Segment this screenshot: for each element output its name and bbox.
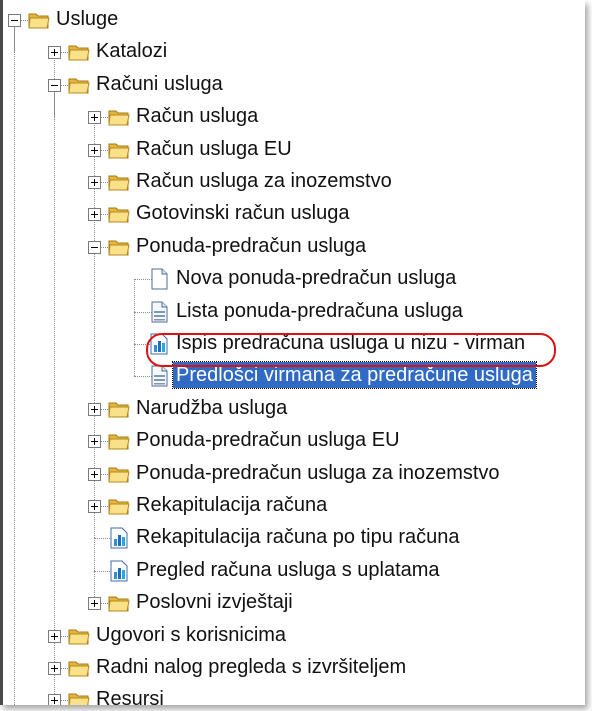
tree-node-label[interactable]: Ponuda-predračun usluga za inozemstvo: [133, 460, 503, 486]
expand-icon[interactable]: [88, 176, 101, 189]
tree-node[interactable]: Radni nalog pregleda s izvršiteljem: [0, 651, 585, 685]
expand-icon[interactable]: [88, 143, 101, 157]
collapse-icon[interactable]: [8, 14, 21, 27]
expand-icon[interactable]: [88, 597, 101, 611]
tree-node-label[interactable]: Pregled računa usluga s uplatama: [133, 557, 443, 583]
tree-node[interactable]: Ponuda-predračun usluga: [0, 230, 585, 264]
navigation-tree: Usluge Katalozi Računi usluga Račun uslu…: [0, 0, 585, 705]
tree-node-label[interactable]: Rekapitulacija računa: [133, 492, 330, 518]
tree-node[interactable]: Ispis predračuna usluga u nizu - virman: [0, 327, 585, 361]
tree-node-label[interactable]: Rekapitulacija računa po tipu računa: [133, 524, 463, 550]
list-document-icon: [148, 301, 170, 323]
tree-node[interactable]: Narudžba usluga: [0, 392, 585, 426]
tree-node[interactable]: Račun usluga za inozemstvo: [0, 165, 585, 199]
tree-node[interactable]: Ponuda-predračun usluga EU: [0, 424, 585, 458]
folder-icon: [108, 463, 130, 485]
tree-node[interactable]: Ugovori s korisnicima: [0, 619, 585, 653]
tree-node-label[interactable]: Poslovni izvještaji: [133, 589, 296, 615]
folder-icon: [108, 171, 130, 193]
tree-node[interactable]: Rekapitulacija računa: [0, 489, 585, 523]
tree-node-label[interactable]: Radni nalog pregleda s izvršiteljem: [93, 654, 409, 680]
tree-node[interactable]: Ponuda-predračun usluga za inozemstvo: [0, 457, 585, 491]
tree-node-label[interactable]: Ponuda-predračun usluga: [133, 233, 369, 259]
folder-icon: [108, 106, 130, 128]
tree-node-label[interactable]: Gotovinski račun usluga: [133, 200, 352, 226]
folder-icon: [108, 203, 130, 225]
new-document-icon: [148, 268, 170, 290]
tree-node[interactable]: Račun usluga: [0, 100, 585, 134]
tree-node-label[interactable]: Račun usluga za inozemstvo: [133, 168, 395, 194]
report-chart-icon: [108, 527, 130, 549]
folder-icon: [108, 139, 130, 161]
report-chart-icon: [148, 333, 170, 355]
tree-panel: Usluge Katalozi Računi usluga Račun uslu…: [0, 0, 585, 705]
tree-node[interactable]: Nova ponuda-predračun usluga: [0, 262, 585, 296]
tree-node[interactable]: Poslovni izvještaji: [0, 586, 585, 620]
tree-node[interactable]: Pregled računa usluga s uplatama: [0, 554, 585, 588]
tree-node-label[interactable]: Računi usluga: [93, 71, 226, 97]
folder-icon: [68, 74, 90, 96]
tree-node-label[interactable]: Ponuda-predračun usluga EU: [133, 427, 403, 453]
tree-node-label[interactable]: Račun usluga EU: [133, 136, 295, 162]
folder-icon: [108, 398, 130, 420]
folder-icon: [68, 657, 90, 679]
folder-icon: [108, 430, 130, 452]
expand-icon[interactable]: [88, 111, 101, 125]
tree-node[interactable]: Rekapitulacija računa po tipu računa: [0, 521, 585, 555]
tree-node[interactable]: Račun usluga EU: [0, 133, 585, 167]
tree-node-label[interactable]: Ispis predračuna usluga u nizu - virman: [173, 330, 528, 356]
folder-icon: [28, 9, 50, 31]
expand-icon[interactable]: [88, 208, 101, 222]
expand-icon[interactable]: [48, 46, 61, 60]
tree-node-label[interactable]: Ugovori s korisnicima: [93, 622, 289, 648]
list-document-icon: [148, 365, 170, 387]
collapse-icon[interactable]: [88, 240, 101, 254]
tree-node-label[interactable]: Nova ponuda-predračun usluga: [173, 265, 459, 291]
tree-node-label[interactable]: Resursi: [93, 686, 167, 705]
folder-icon: [68, 625, 90, 647]
collapse-icon[interactable]: [48, 78, 61, 92]
folder-icon: [108, 592, 130, 614]
report-chart-icon: [108, 560, 130, 582]
expand-icon[interactable]: [88, 402, 101, 416]
tree-node-label[interactable]: Lista ponuda-predračuna usluga: [173, 298, 466, 324]
tree-node-label[interactable]: Račun usluga: [133, 103, 261, 129]
tree-node-label[interactable]: Predlošci virmana za predračune usluga: [172, 361, 537, 390]
expand-icon[interactable]: [88, 435, 101, 449]
tree-node-label[interactable]: Katalozi: [93, 38, 170, 64]
tree-node[interactable]: Predlošci virmana za predračune usluga: [0, 359, 585, 393]
expand-icon[interactable]: [48, 662, 61, 675]
tree-node[interactable]: Računi usluga: [0, 68, 585, 102]
tree-node[interactable]: Katalozi: [0, 35, 585, 69]
tree-node-label[interactable]: Narudžba usluga: [133, 395, 290, 421]
expand-icon[interactable]: [48, 694, 61, 705]
folder-icon: [68, 41, 90, 63]
expand-icon[interactable]: [88, 500, 101, 513]
tree-node[interactable]: Resursi: [0, 683, 585, 705]
folder-icon: [108, 495, 130, 517]
panel-left-border: [0, 0, 3, 705]
folder-icon: [108, 236, 130, 258]
folder-icon: [68, 689, 90, 705]
tree-node[interactable]: Usluge: [0, 3, 585, 37]
tree-node-label[interactable]: Usluge: [53, 6, 121, 32]
tree-node[interactable]: Lista ponuda-predračuna usluga: [0, 295, 585, 329]
tree-node[interactable]: Gotovinski račun usluga: [0, 197, 585, 231]
expand-icon[interactable]: [88, 467, 101, 481]
expand-icon[interactable]: [48, 629, 61, 643]
